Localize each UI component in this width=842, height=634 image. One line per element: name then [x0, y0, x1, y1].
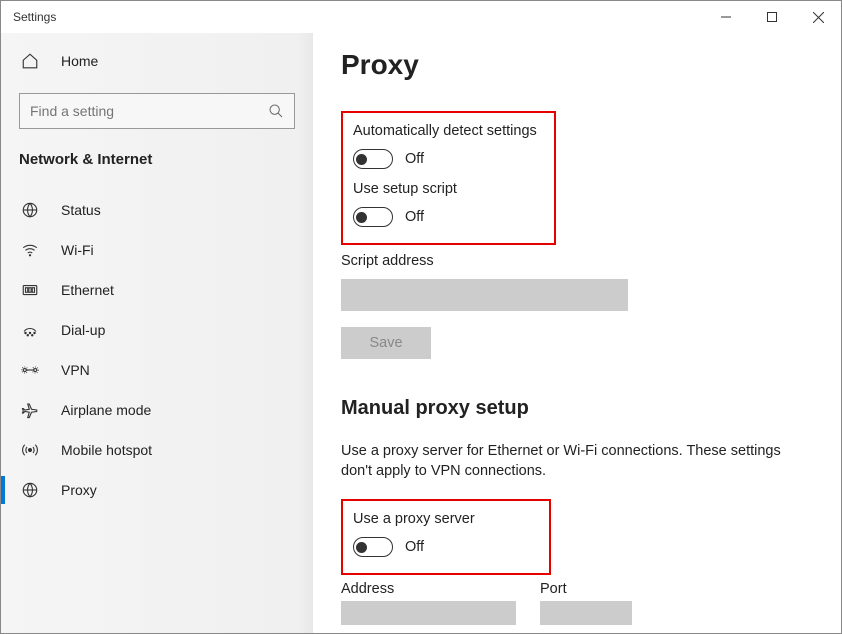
home-nav[interactable]: Home: [1, 41, 313, 81]
sidebar-item-label: Status: [61, 202, 101, 218]
sidebar-item-dialup[interactable]: Dial-up: [1, 310, 313, 350]
setup-script-toggle[interactable]: [353, 207, 393, 227]
use-proxy-label: Use a proxy server: [353, 511, 539, 527]
script-address-input: [341, 279, 628, 311]
port-label: Port: [540, 581, 632, 597]
sidebar-item-label: Dial-up: [61, 322, 105, 338]
search-icon: [268, 103, 284, 119]
maximize-button[interactable]: [749, 1, 795, 33]
home-icon: [19, 50, 41, 72]
hotspot-icon: [19, 439, 41, 461]
highlight-box-manual: Use a proxy server Off: [341, 499, 551, 575]
ethernet-icon: [19, 279, 41, 301]
sidebar-item-ethernet[interactable]: Ethernet: [1, 270, 313, 310]
dialup-icon: [19, 319, 41, 341]
auto-detect-toggle[interactable]: [353, 149, 393, 169]
address-input: [341, 601, 516, 625]
auto-detect-state: Off: [405, 151, 424, 167]
content-area: Proxy Automatically detect settings Off …: [313, 33, 841, 633]
sidebar-item-label: Proxy: [61, 482, 97, 498]
use-proxy-toggle[interactable]: [353, 537, 393, 557]
status-icon: [19, 199, 41, 221]
address-label: Address: [341, 581, 516, 597]
section-heading: Network & Internet: [1, 151, 313, 176]
manual-setup-heading: Manual proxy setup: [341, 397, 813, 420]
auto-detect-label: Automatically detect settings: [353, 123, 544, 139]
save-button: Save: [341, 327, 431, 359]
wifi-icon: [19, 239, 41, 261]
manual-setup-description: Use a proxy server for Ethernet or Wi-Fi…: [341, 442, 801, 481]
home-label: Home: [61, 53, 98, 69]
sidebar-item-label: VPN: [61, 362, 90, 378]
page-title: Proxy: [341, 49, 813, 81]
vpn-icon: [19, 359, 41, 381]
sidebar-item-airplane[interactable]: Airplane mode: [1, 390, 313, 430]
sidebar-item-label: Ethernet: [61, 282, 114, 298]
script-address-label: Script address: [341, 253, 813, 269]
titlebar[interactable]: Settings: [1, 1, 841, 33]
close-button[interactable]: [795, 1, 841, 33]
sidebar-item-label: Airplane mode: [61, 402, 151, 418]
setup-script-label: Use setup script: [353, 181, 544, 197]
airplane-icon: [19, 399, 41, 421]
minimize-button[interactable]: [703, 1, 749, 33]
sidebar-item-status[interactable]: Status: [1, 190, 313, 230]
search-input[interactable]: [30, 103, 268, 119]
sidebar-item-hotspot[interactable]: Mobile hotspot: [1, 430, 313, 470]
sidebar-item-proxy[interactable]: Proxy: [1, 470, 313, 510]
sidebar-item-wifi[interactable]: Wi-Fi: [1, 230, 313, 270]
window-title: Settings: [13, 10, 56, 24]
sidebar-item-vpn[interactable]: VPN: [1, 350, 313, 390]
search-box[interactable]: [19, 93, 295, 129]
sidebar-item-label: Mobile hotspot: [61, 442, 152, 458]
highlight-box-auto: Automatically detect settings Off Use se…: [341, 111, 556, 245]
setup-script-state: Off: [405, 209, 424, 225]
sidebar-item-label: Wi-Fi: [61, 242, 94, 258]
port-input: [540, 601, 632, 625]
sidebar: Home Network & Internet Status Wi-Fi: [1, 33, 313, 633]
use-proxy-state: Off: [405, 539, 424, 555]
proxy-icon: [19, 479, 41, 501]
